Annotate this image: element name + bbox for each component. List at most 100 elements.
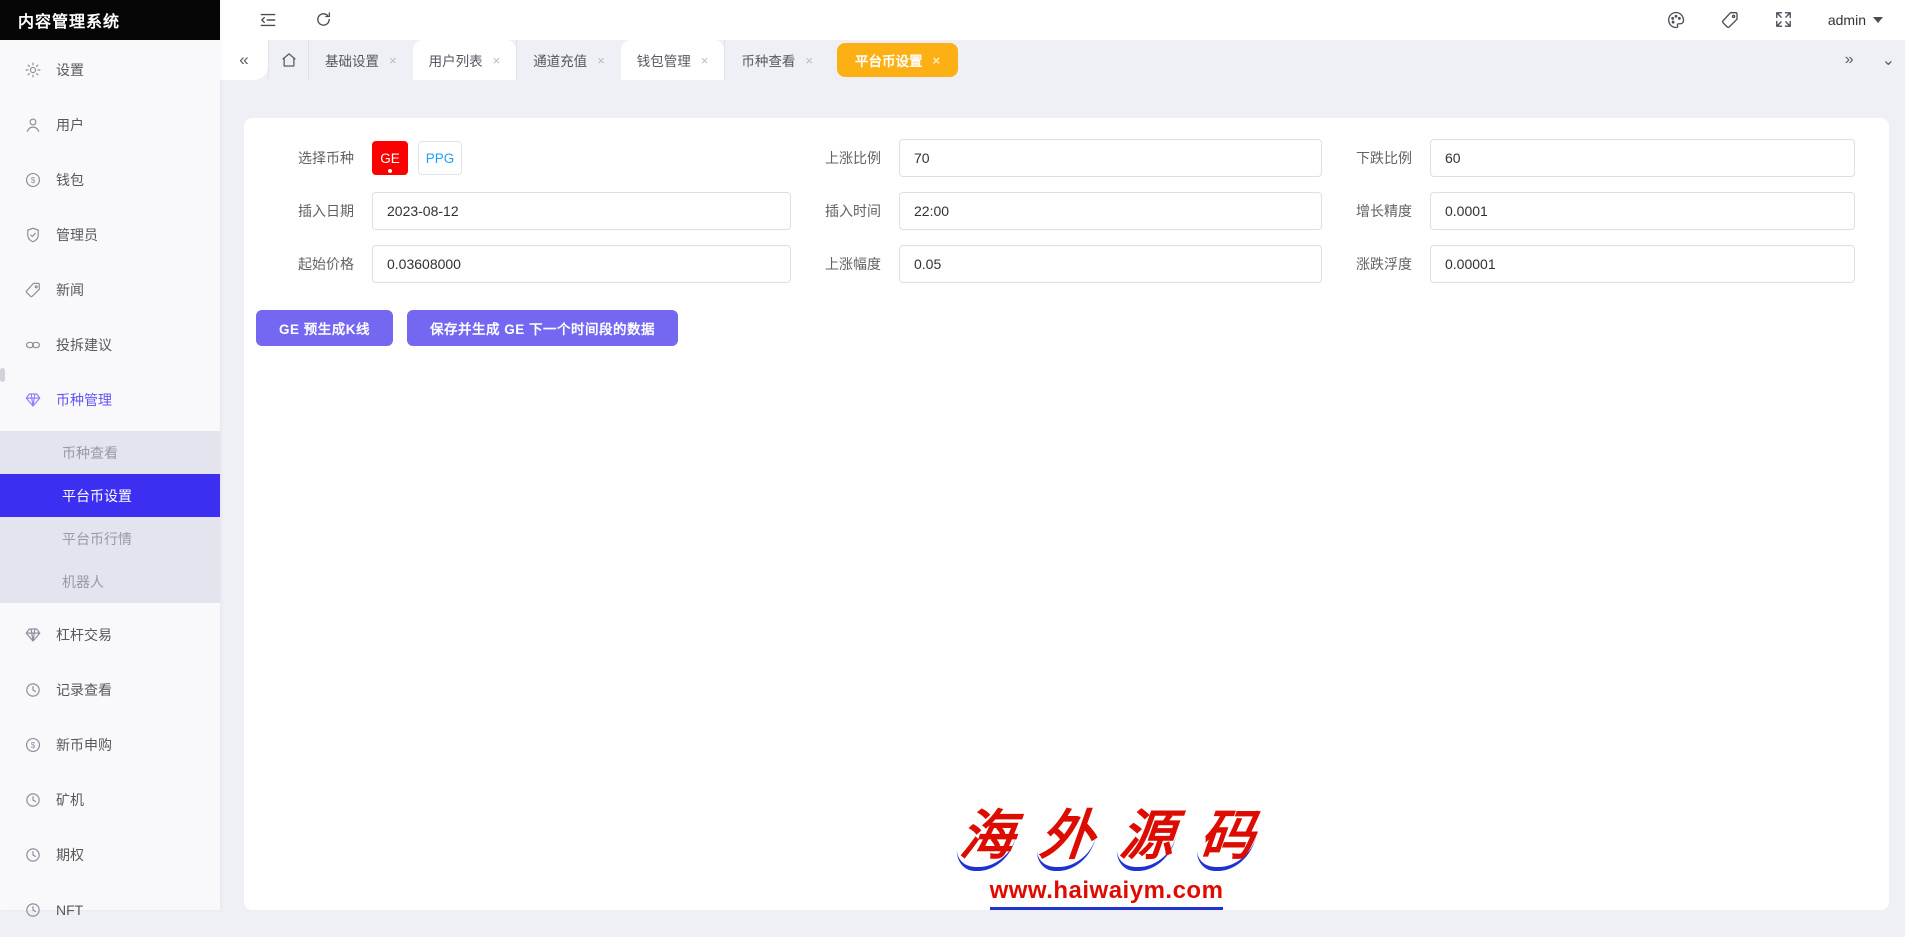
- insert-time-input[interactable]: [899, 192, 1322, 230]
- submenu-item-platform-coin-market[interactable]: 平台币行情: [0, 517, 220, 560]
- rise-amplitude-input[interactable]: [899, 245, 1322, 283]
- tab-channel-recharge[interactable]: 通道充值 ×: [516, 40, 621, 80]
- tab-basic-settings[interactable]: 基础设置 ×: [308, 40, 413, 80]
- sidebar-item-news[interactable]: 新闻: [0, 262, 220, 317]
- gem-icon: [24, 626, 42, 644]
- fluctuation-label: 涨跌浮度: [1340, 254, 1412, 274]
- close-icon[interactable]: ×: [493, 53, 501, 68]
- watermark: 海 外 源 码 www.haiwaiym.com: [958, 806, 1256, 910]
- pregenerate-kline-button[interactable]: GE 预生成K线: [256, 310, 393, 346]
- insert-date-input[interactable]: [372, 192, 791, 230]
- tag-icon[interactable]: [1720, 10, 1740, 30]
- svg-text:$: $: [31, 176, 36, 185]
- history-icon: [24, 846, 42, 864]
- sidebar-scrollbar-thumb[interactable]: [0, 368, 5, 382]
- palette-icon[interactable]: [1666, 10, 1686, 30]
- username: admin: [1828, 12, 1866, 28]
- app-title: 内容管理系统: [0, 0, 220, 40]
- tab-wallet-management[interactable]: 钱包管理 ×: [621, 40, 725, 80]
- refresh-icon[interactable]: [314, 10, 334, 30]
- menu-fold-icon[interactable]: [258, 10, 278, 30]
- tabs-collapse-button[interactable]: «: [220, 40, 268, 80]
- chevron-down-icon: [1873, 17, 1883, 23]
- sidebar-item-options[interactable]: 期权: [0, 827, 220, 882]
- sidebar-item-mining-machine[interactable]: 矿机: [0, 772, 220, 827]
- double-chevron-right-icon[interactable]: »: [1845, 51, 1854, 69]
- tab-label: 用户列表: [429, 50, 483, 70]
- coin-option-ge[interactable]: GE: [372, 141, 408, 175]
- rise-ratio-input[interactable]: [899, 139, 1322, 177]
- tab-label: 基础设置: [325, 50, 379, 70]
- start-price-label: 起始价格: [270, 254, 354, 274]
- link-icon: [24, 336, 42, 354]
- submenu-item-platform-coin-settings[interactable]: 平台币设置: [0, 474, 220, 517]
- sidebar-item-label: 杠杆交易: [56, 625, 112, 645]
- start-price-input[interactable]: [372, 245, 791, 283]
- tabs-right-controls: » ⌄: [1845, 50, 1905, 70]
- sidebar-item-label: 管理员: [56, 225, 98, 245]
- svg-text:$: $: [31, 741, 36, 750]
- sidebar-item-label: 期权: [56, 845, 84, 865]
- sidebar-item-wallet[interactable]: $ 钱包: [0, 152, 220, 207]
- main-content: 选择币种 GE PPG 上涨比例 下跌比例 插入日期 插入时间 增长精度 起始价…: [220, 80, 1905, 910]
- watermark-char: 外: [1034, 806, 1099, 871]
- gear-icon: [24, 61, 42, 79]
- form-actions: GE 预生成K线 保存并生成 GE 下一个时间段的数据: [256, 310, 1855, 346]
- fall-ratio-label: 下跌比例: [1340, 148, 1412, 168]
- coin-select-label: 选择币种: [270, 148, 354, 168]
- sidebar-item-settings[interactable]: 设置: [0, 42, 220, 97]
- sidebar-item-users[interactable]: 用户: [0, 97, 220, 152]
- sidebar-item-new-coin-subscription[interactable]: $ 新币申购: [0, 717, 220, 772]
- tab-user-list[interactable]: 用户列表 ×: [413, 40, 517, 80]
- shield-check-icon: [24, 226, 42, 244]
- fluctuation-input[interactable]: [1430, 245, 1855, 283]
- sidebar-item-coin-management[interactable]: 币种管理: [0, 372, 220, 427]
- tab-platform-coin-settings[interactable]: 平台币设置 ×: [837, 43, 958, 77]
- dollar-circle-icon: $: [24, 171, 42, 189]
- settings-form: 选择币种 GE PPG 上涨比例 下跌比例 插入日期 插入时间 增长精度 起始价…: [270, 139, 1863, 346]
- sidebar-item-feedback[interactable]: 投拆建议: [0, 317, 220, 372]
- submenu-item-label: 币种查看: [62, 443, 118, 463]
- tab-label: 币种查看: [741, 50, 795, 70]
- close-icon[interactable]: ×: [597, 53, 605, 68]
- close-icon[interactable]: ×: [701, 53, 709, 68]
- sidebar-item-label: 新闻: [56, 280, 84, 300]
- submenu-item-coin-view[interactable]: 币种查看: [0, 431, 220, 474]
- submenu-item-label: 平台币行情: [62, 529, 132, 549]
- chevron-down-icon[interactable]: ⌄: [1882, 50, 1895, 70]
- double-chevron-left-icon: «: [239, 50, 248, 70]
- close-icon[interactable]: ×: [932, 53, 940, 68]
- home-tab-button[interactable]: [268, 40, 308, 80]
- coin-selector: GE PPG: [372, 141, 791, 175]
- user-menu[interactable]: admin: [1828, 12, 1883, 28]
- growth-precision-input[interactable]: [1430, 192, 1855, 230]
- growth-precision-label: 增长精度: [1340, 201, 1412, 221]
- rise-amplitude-label: 上涨幅度: [809, 254, 881, 274]
- sidebar-item-admins[interactable]: 管理员: [0, 207, 220, 262]
- coin-option-ppg[interactable]: PPG: [418, 141, 462, 175]
- sidebar-item-label: 新币申购: [56, 735, 112, 755]
- sidebar-nav: 设置 用户 $ 钱包 管理员 新闻 投拆建议 币种管理 币种查: [0, 40, 220, 937]
- tab-label: 通道充值: [533, 50, 587, 70]
- tab-coin-view[interactable]: 币种查看 ×: [724, 40, 829, 80]
- sidebar-item-label: 矿机: [56, 790, 84, 810]
- coin-management-submenu: 币种查看 平台币设置 平台币行情 机器人: [0, 431, 220, 603]
- fall-ratio-input[interactable]: [1430, 139, 1855, 177]
- insert-date-label: 插入日期: [270, 201, 354, 221]
- sidebar-item-leverage-trading[interactable]: 杠杆交易: [0, 607, 220, 662]
- platform-coin-settings-card: 选择币种 GE PPG 上涨比例 下跌比例 插入日期 插入时间 增长精度 起始价…: [244, 118, 1889, 910]
- save-and-generate-next-period-button[interactable]: 保存并生成 GE 下一个时间段的数据: [407, 310, 678, 346]
- topbar: admin: [220, 0, 1905, 40]
- history-icon: [24, 681, 42, 699]
- close-icon[interactable]: ×: [805, 53, 813, 68]
- tab-label: 钱包管理: [637, 50, 691, 70]
- sidebar-item-records[interactable]: 记录查看: [0, 662, 220, 717]
- fullscreen-icon[interactable]: [1774, 10, 1794, 30]
- tab-bar: « 基础设置 × 用户列表 × 通道充值 × 钱包管理 × 币种查看 × 平台币…: [220, 40, 1905, 80]
- watermark-char: 海: [954, 806, 1019, 871]
- submenu-item-robot[interactable]: 机器人: [0, 560, 220, 603]
- watermark-char: 源: [1114, 806, 1179, 871]
- topbar-right: admin: [1666, 10, 1905, 30]
- close-icon[interactable]: ×: [389, 53, 397, 68]
- sidebar-item-label: 投拆建议: [56, 335, 112, 355]
